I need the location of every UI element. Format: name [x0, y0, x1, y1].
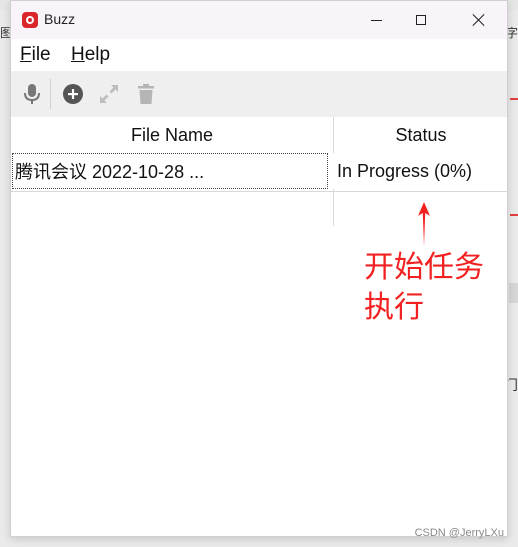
close-button[interactable]: [456, 1, 502, 39]
close-icon: [473, 14, 485, 26]
expand-icon: [100, 85, 118, 103]
maximize-icon: [416, 15, 426, 25]
open-transcript-button[interactable]: [98, 83, 120, 105]
delete-button[interactable]: [135, 83, 157, 105]
record-button[interactable]: [21, 83, 43, 105]
maximize-button[interactable]: [398, 1, 444, 39]
status-cell[interactable]: In Progress (0%): [337, 153, 507, 189]
column-divider: [333, 189, 334, 226]
window-title: Buzz: [44, 11, 76, 27]
buzz-app-icon: [22, 12, 38, 28]
annotation-text: 开始任务执行: [364, 250, 484, 325]
add-icon: [63, 84, 83, 104]
table-row[interactable]: 腾讯会议 2022-10-28 ... In Progress (0%): [11, 153, 508, 226]
trash-icon: [138, 84, 154, 104]
toolbar: [11, 71, 507, 117]
menu-help[interactable]: Help: [71, 44, 110, 66]
background-line: [510, 98, 518, 100]
menu-file[interactable]: File: [20, 44, 51, 66]
minimize-button[interactable]: [353, 1, 399, 39]
background-block: [509, 283, 518, 303]
minimize-icon: [370, 19, 382, 21]
file-name-cell[interactable]: 腾讯会议 2022-10-28 ...: [12, 153, 328, 189]
column-header-file-name[interactable]: File Name: [11, 117, 334, 153]
annotation-arrow-icon: [418, 202, 430, 246]
background-line: [510, 214, 518, 216]
title-bar[interactable]: Buzz: [11, 1, 507, 39]
column-header-status[interactable]: Status: [334, 117, 508, 153]
microphone-icon: [24, 84, 40, 104]
toolbar-divider: [50, 79, 51, 109]
add-file-button[interactable]: [62, 83, 84, 105]
tasks-table: File Name Status 腾讯会议 2022-10-28 ... In …: [11, 117, 508, 226]
menu-bar: File Help: [11, 39, 507, 71]
watermark: CSDN @JerryLXu: [414, 527, 504, 539]
